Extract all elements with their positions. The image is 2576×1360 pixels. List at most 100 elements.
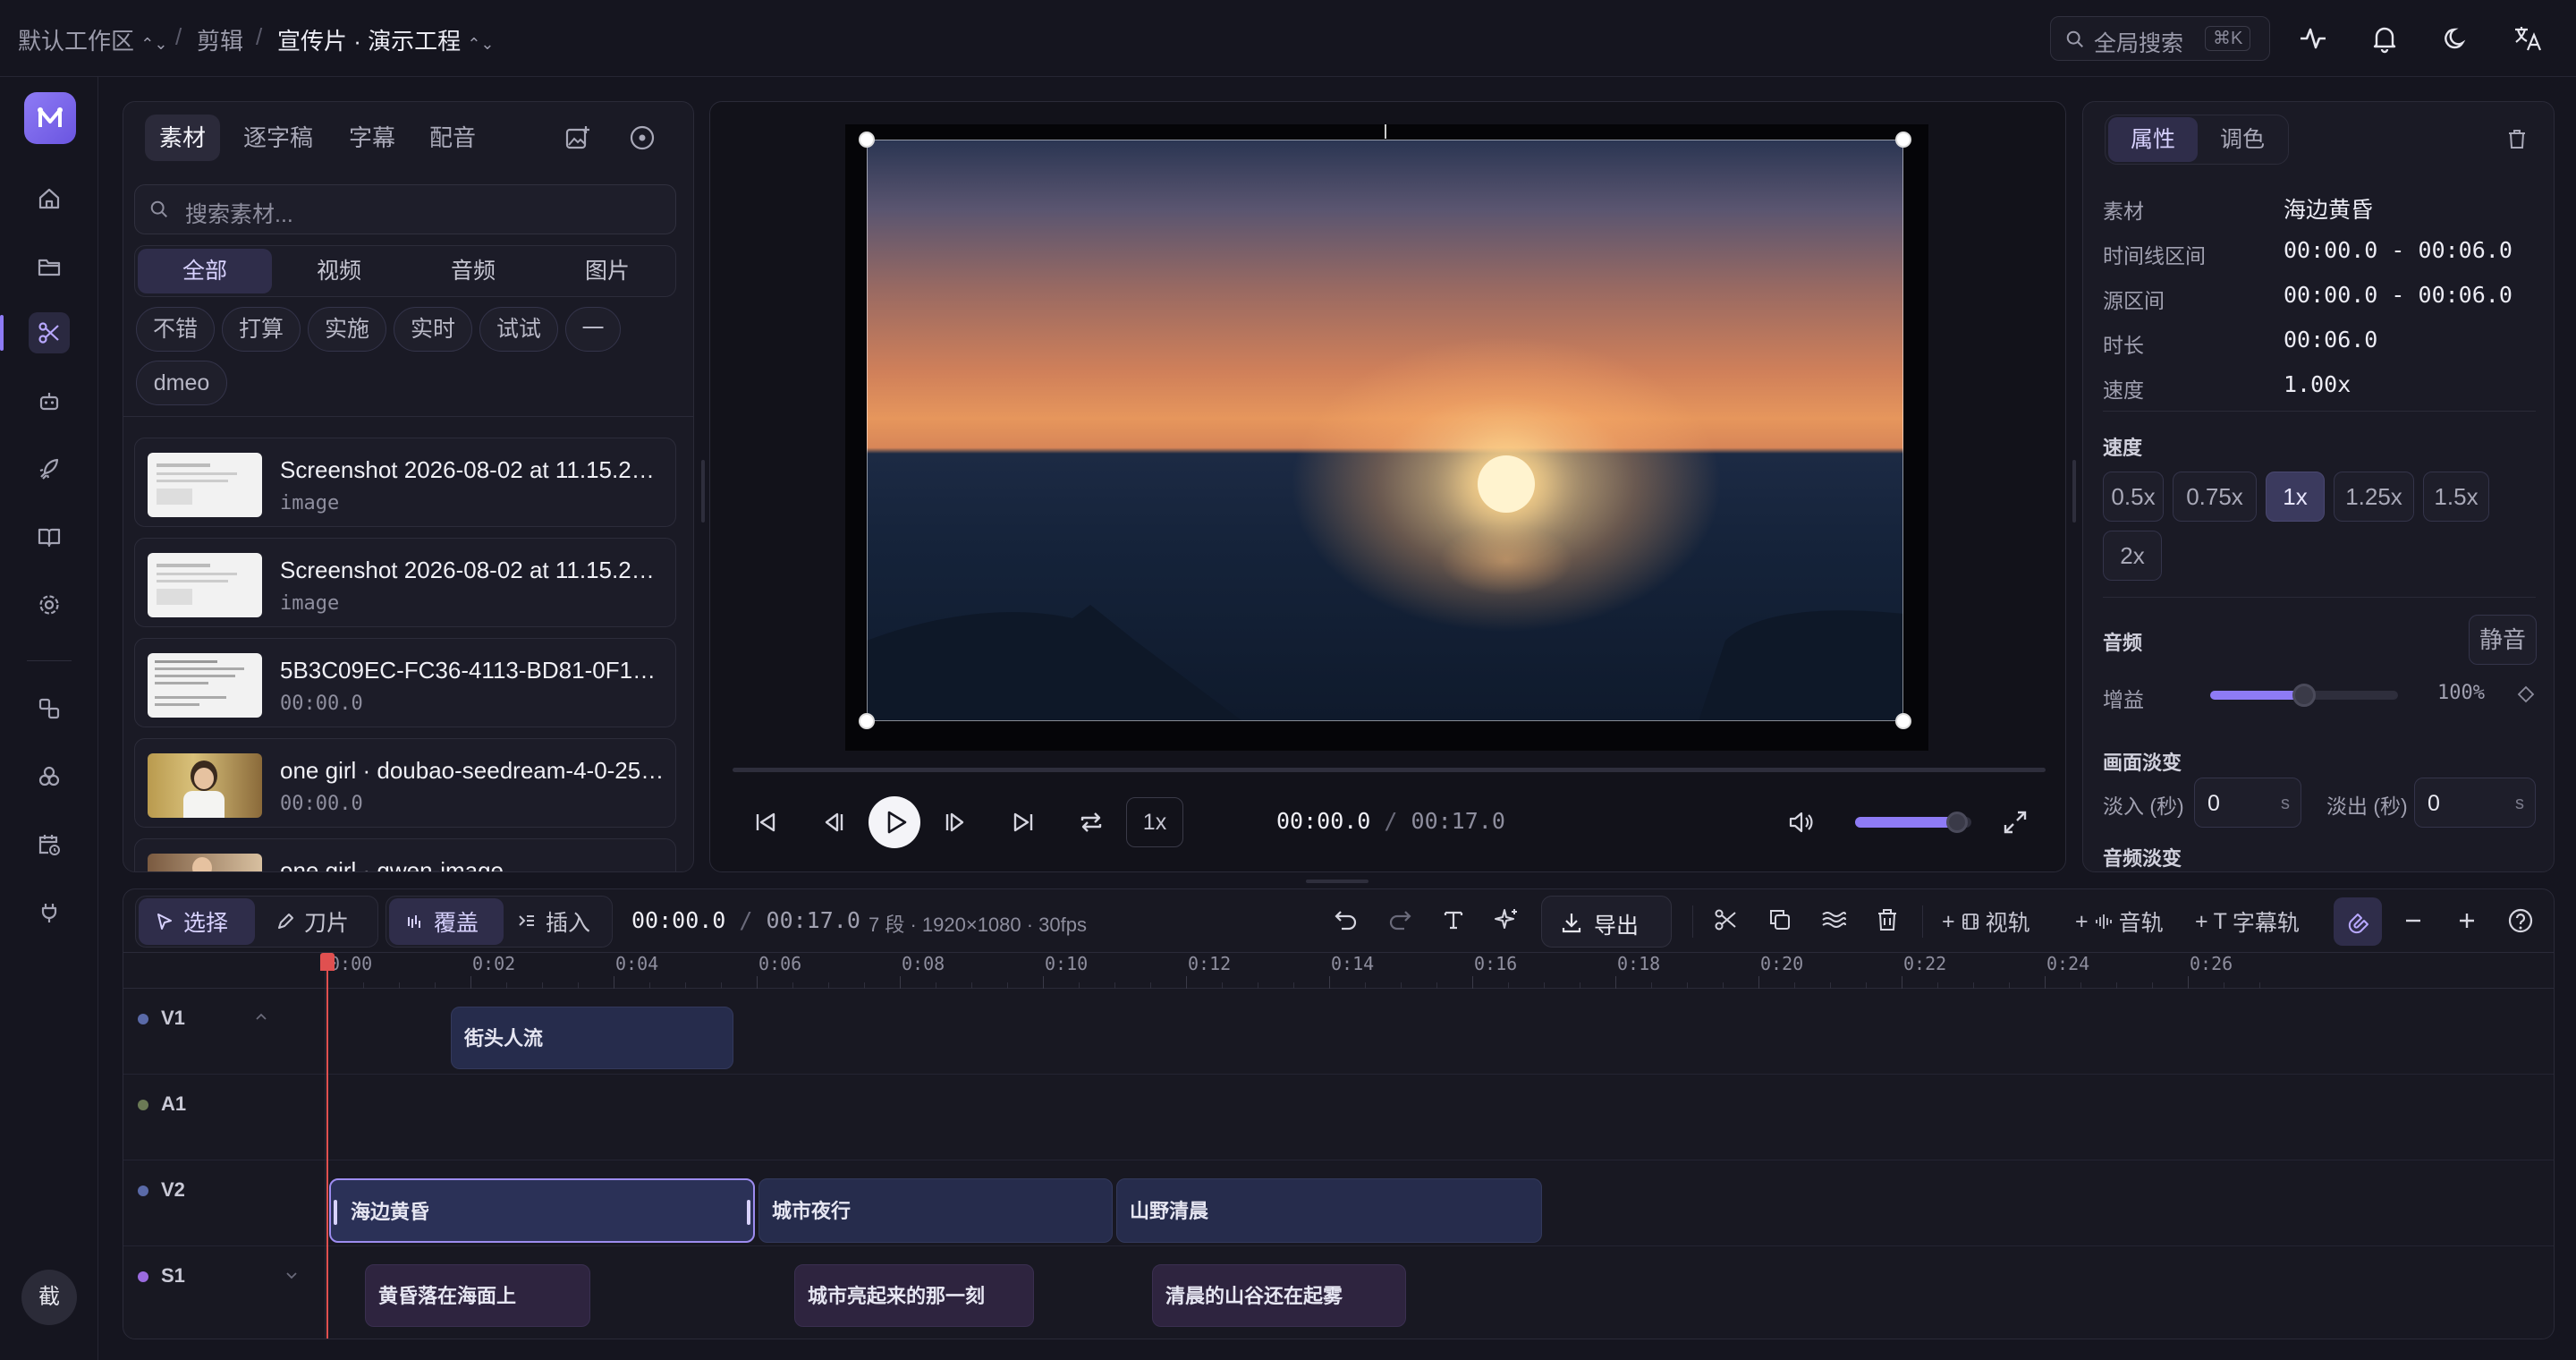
subtitle-clip[interactable]: 清晨的山谷还在起雾 [1152,1264,1406,1327]
media-item[interactable]: 5B3C09EC-FC36-4113-BD81-0F1DF3A2.png 00:… [134,638,676,727]
app-logo[interactable] [24,92,76,144]
subtitle-clip[interactable]: 黄昏落在海面上 [365,1264,590,1327]
playback-speed-button[interactable]: 1x [1126,797,1183,847]
step-back-icon[interactable] [814,803,853,842]
redo-icon[interactable] [1385,905,1415,935]
video-clip[interactable]: 城市夜行 [758,1178,1113,1243]
gain-slider[interactable] [2210,684,2398,707]
trim-handle-left[interactable] [334,1200,337,1225]
tab-color[interactable]: 调色 [2198,117,2287,162]
play-button[interactable] [869,796,920,848]
add-image-icon[interactable] [564,123,592,152]
tab-properties[interactable]: 属性 [2108,117,2198,162]
media-search-input[interactable]: 搜索素材... [134,184,676,234]
skip-start-icon[interactable] [746,803,785,842]
nav-book[interactable] [29,516,70,557]
global-search[interactable]: 全局搜索 ⌘K [2050,16,2270,61]
video-clip[interactable]: 街头人流 [451,1007,733,1069]
video-clip-selected[interactable]: 海边黄昏 [329,1178,755,1243]
split-icon[interactable] [1711,905,1741,935]
overwrite-mode-button[interactable]: 覆盖 [389,898,504,945]
add-audio-track-button[interactable]: + 音轨 [2075,897,2164,946]
nav-cubes[interactable] [29,756,70,797]
media-item[interactable]: one girl · doubao-seedream-4-0-250828 00… [134,738,676,828]
mute-button[interactable]: 静音 [2469,615,2537,665]
speed-option[interactable]: 2x [2103,531,2162,581]
media-item[interactable]: one girl · qwen-image [134,838,676,871]
resize-handle[interactable] [2072,460,2076,523]
nav-home[interactable] [29,178,70,219]
text-icon[interactable] [1438,905,1469,935]
fullscreen-icon[interactable] [1996,803,2035,842]
resize-handle-top-left[interactable] [859,132,875,148]
sparkles-icon[interactable] [1492,905,1522,935]
activity-icon[interactable] [2295,21,2331,56]
add-video-track-button[interactable]: + 视轨 [1942,897,2030,946]
speed-option[interactable]: 1.5x [2423,472,2489,522]
resize-handle-bottom-right[interactable] [1895,713,1911,729]
trash-icon[interactable] [2504,125,2530,152]
nav-robot[interactable] [29,380,70,421]
undo-icon[interactable] [1331,905,1361,935]
playhead-handle[interactable] [320,953,335,971]
preview-canvas[interactable] [845,124,1928,751]
moon-icon[interactable] [2438,21,2474,56]
insert-mode-button[interactable]: 插入 [506,898,612,945]
gain-knob[interactable] [2292,684,2316,707]
nav-schedule[interactable] [29,824,70,865]
speed-option[interactable]: 1.25x [2334,472,2414,522]
tab-dubbing[interactable]: 配音 [415,115,490,161]
export-button[interactable]: 导出 [1541,896,1672,948]
user-avatar[interactable]: 截 [21,1270,77,1325]
video-clip[interactable]: 山野清晨 [1116,1178,1542,1243]
translate-icon[interactable] [2510,21,2546,56]
tab-subtitles[interactable]: 字幕 [335,115,410,161]
target-icon[interactable] [628,123,657,152]
tag-chip[interactable]: 试试 [479,307,558,352]
keyframe-icon[interactable] [2516,684,2536,704]
chevron-down-icon[interactable] [284,1268,299,1282]
playhead[interactable] [320,953,335,1339]
tag-chip[interactable]: dmeo [136,361,227,405]
breadcrumb-section[interactable]: 剪辑 [197,23,243,56]
tab-media[interactable]: 素材 [145,115,221,161]
filter-all[interactable]: 全部 [138,249,272,293]
speed-option-selected[interactable]: 1x [2266,472,2325,522]
scrub-bar[interactable] [733,768,2046,772]
zoom-in-icon[interactable] [2452,905,2482,936]
media-item[interactable]: Screenshot 2026-08-02 at 11.15.28.png im… [134,438,676,527]
nav-shapes[interactable] [29,688,70,729]
loop-icon[interactable] [1072,803,1111,842]
tag-chip[interactable]: 一 [565,307,621,352]
breadcrumb-project[interactable]: 宣传片 · 演示工程 ⌃⌄ [277,23,495,56]
filter-video[interactable]: 视频 [272,249,406,293]
bell-icon[interactable] [2367,21,2402,56]
fade-out-input[interactable]: 0 s [2414,778,2536,828]
volume-knob[interactable] [1946,812,1969,833]
nav-rocket[interactable] [29,448,70,489]
nav-settings[interactable] [29,584,70,625]
snap-toggle[interactable] [2334,897,2382,946]
resize-handle-bottom-left[interactable] [859,713,875,729]
blade-tool-button[interactable]: 刀片 [259,898,376,945]
rotate-handle[interactable] [1385,124,1386,139]
tab-transcript[interactable]: 逐字稿 [229,115,327,161]
nav-folder[interactable] [29,246,70,287]
speed-option[interactable]: 0.5x [2103,472,2164,522]
audio-waves-icon[interactable] [1818,905,1849,935]
zoom-out-icon[interactable] [2398,905,2428,936]
subtitle-clip[interactable]: 城市亮起来的那一刻 [794,1264,1034,1327]
resize-handle[interactable] [1306,880,1368,883]
step-forward-icon[interactable] [936,803,975,842]
fade-in-input[interactable]: 0 s [2194,778,2301,828]
add-subtitle-track-button[interactable]: + T 字幕轨 [2195,897,2300,946]
tag-chip[interactable]: 实时 [394,307,472,352]
nav-plugins[interactable] [29,892,70,933]
tag-chip[interactable]: 打算 [222,307,301,352]
delete-icon[interactable] [1872,905,1902,935]
resize-handle-top-right[interactable] [1895,132,1911,148]
tag-chip[interactable]: 不错 [136,307,215,352]
volume-icon[interactable] [1783,803,1822,842]
time-ruler[interactable]: 0:00 0:02 0:04 0:06 0:08 0:10 0:12 0:14 0:16 0:18… [123,953,2554,989]
resize-handle[interactable] [701,460,705,523]
